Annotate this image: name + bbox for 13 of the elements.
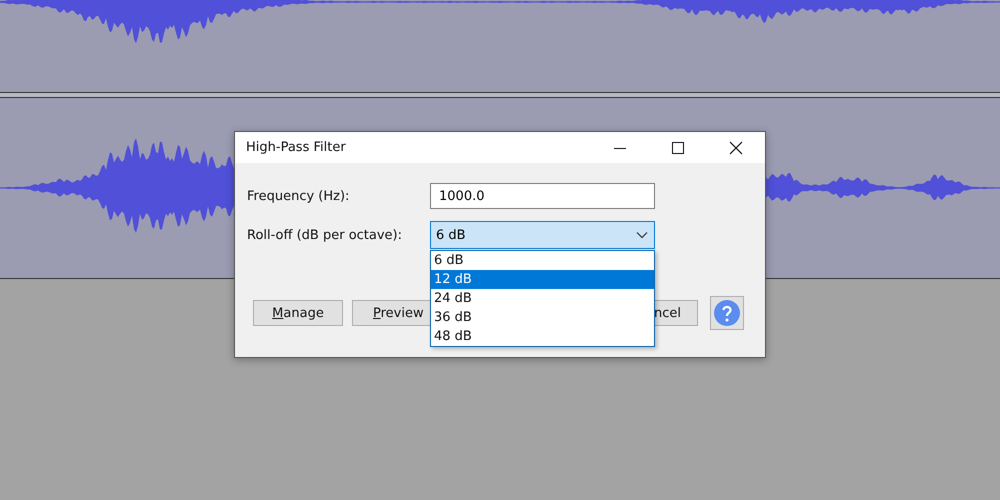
dropdown-option[interactable]: 48 dB [431,327,654,346]
rolloff-dropdown[interactable]: 6 dB [430,221,655,249]
frequency-field[interactable]: 1000.0 [430,183,655,209]
field-label: Roll-off (dB per octave): [247,228,404,242]
window-title: High-Pass Filter [245,140,347,155]
help-button[interactable] [710,296,744,330]
dropdown-option[interactable]: 6 dB [431,251,654,270]
dialog-button[interactable]: Preview [352,300,432,326]
dropdown-option[interactable]: 12 dB [431,270,654,289]
help-icon [714,300,740,326]
field-label: Frequency (Hz): [247,188,350,204]
chevron-icon [636,231,648,239]
dialog-button[interactable]: Manage [253,300,343,326]
